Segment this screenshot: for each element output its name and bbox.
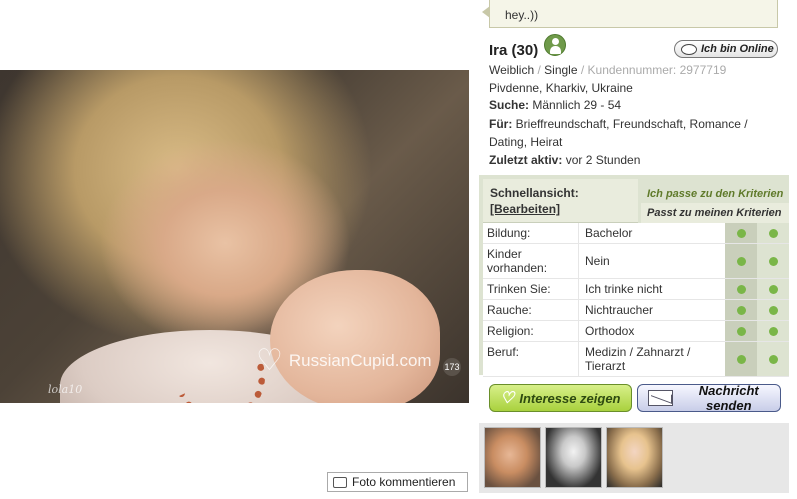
show-interest-button[interactable]: ♡ Interesse zeigen [489,384,632,412]
row-value: Orthodox [585,324,635,338]
heart-logo-icon: ♡ [256,344,283,377]
quick-view-title: Schnellansicht: [490,186,579,200]
profile-page: ♡ RussianCupid.com 173 lola10 Foto komme… [0,0,797,499]
envelope-icon [648,390,673,406]
quick-view-header: Schnellansicht: [Bearbeiten] [483,179,638,223]
relationship-status-text: Single [544,63,578,77]
row-value: Nichtraucher [585,303,654,317]
looking-for-value-1: Brieffreundschaft, Freundschaft, Romance… [515,117,748,131]
row-key: Rauche: [483,300,579,320]
profile-name: Ira (30) [489,42,539,59]
match-dot-icon [768,326,778,336]
table-row: Bildung: Bachelor [483,223,789,244]
match-dot-icon [768,305,778,315]
profile-basic-info: Weiblich / Single / Kundennummer: 297771… [489,63,727,77]
online-status-label: Ich bin Online [701,43,774,55]
row-value: Bachelor [585,226,633,240]
quick-view-panel: Schnellansicht: [Bearbeiten] Ich passe z… [479,175,789,377]
row-key: Kinder vorhanden: [483,244,579,278]
match-dot-icon [736,256,746,266]
looking-for-line-1: Für: Brieffreundschaft, Freundschaft, Ro… [489,117,748,131]
match-dot-icon [768,354,778,364]
match-dot-icon [736,284,746,294]
verified-person-icon[interactable] [544,34,566,56]
main-profile-photo[interactable]: ♡ RussianCupid.com 173 lola10 [0,70,469,403]
table-row: Rauche: Nichtraucher [483,300,789,321]
show-interest-label: Interesse zeigen [519,390,621,406]
photo-thumbnail[interactable] [606,427,663,488]
customer-number-text: Kundennummer: 2977719 [587,63,727,77]
online-status-button[interactable]: Ich bin Online [674,40,778,58]
photo-thumbnails [479,423,789,493]
match-dot-icon [768,256,778,266]
row-key: Beruf: [483,342,579,376]
search-label: Suche: [489,98,530,112]
row-key: Trinken Sie: [483,279,579,299]
location-text: Pivdenne, Kharkiv, Ukraine [489,81,633,95]
table-row: Beruf: Medizin / Zahnarzt / Tierarzt [483,342,789,377]
looking-for-line-2: Dating, Heirat [489,135,563,149]
comment-photo-button[interactable]: Foto kommentieren [327,472,468,492]
status-message-bubble: hey..)) [482,0,778,28]
watermark-text: RussianCupid.com [288,351,432,370]
photo-watermark: ♡ RussianCupid.com [256,346,432,376]
row-value: Nein [585,254,610,268]
table-row: Religion: Orthodox [483,321,789,342]
edit-link[interactable]: [Bearbeiten] [490,202,560,216]
speech-bubble-icon [333,476,347,488]
match-dot-icon [736,305,746,315]
photo-thumbnail[interactable] [545,427,602,488]
last-active-label: Zuletzt aktiv: [489,153,563,167]
send-message-label: Nachricht senden [698,383,759,413]
gender-text: Weiblich [489,63,535,77]
quick-view-rows: Bildung: Bachelor Kinder vorhanden: Nein… [483,223,789,377]
heart-icon: ♡ [500,390,515,407]
match-dot-icon [768,284,778,294]
row-key: Religion: [483,321,579,341]
looking-for-label: Für: [489,117,513,131]
criteria-match-them-label: Passt zu meinen Kriterien [641,203,789,223]
search-criteria: Suche: Männlich 29 - 54 [489,98,621,112]
match-dot-icon [768,228,778,238]
criteria-match-me-label: Ich passe zu den Kriterien [647,188,784,200]
table-row: Kinder vorhanden: Nein [483,244,789,279]
photo-thumbnail[interactable] [484,427,541,488]
photo-signature: lola10 [48,383,83,396]
table-row: Trinken Sie: Ich trinke nicht [483,279,789,300]
search-value: Männlich 29 - 54 [532,98,622,112]
chat-bubble-icon [681,43,697,55]
match-dot-icon [736,354,746,364]
last-active-value: vor 2 Stunden [565,153,641,167]
row-key: Bildung: [483,223,579,243]
photo-hand-shape [270,270,440,403]
match-dot-icon [736,228,746,238]
comment-photo-label: Foto kommentieren [352,475,456,489]
send-message-button[interactable]: Nachricht senden [637,383,781,413]
match-dot-icon [736,326,746,336]
photo-count-badge: 173 [443,358,461,376]
row-value: Ich trinke nicht [585,282,663,296]
row-value: Medizin / Zahnarzt / Tierarzt [585,345,691,373]
last-active: Zuletzt aktiv: vor 2 Stunden [489,153,640,167]
